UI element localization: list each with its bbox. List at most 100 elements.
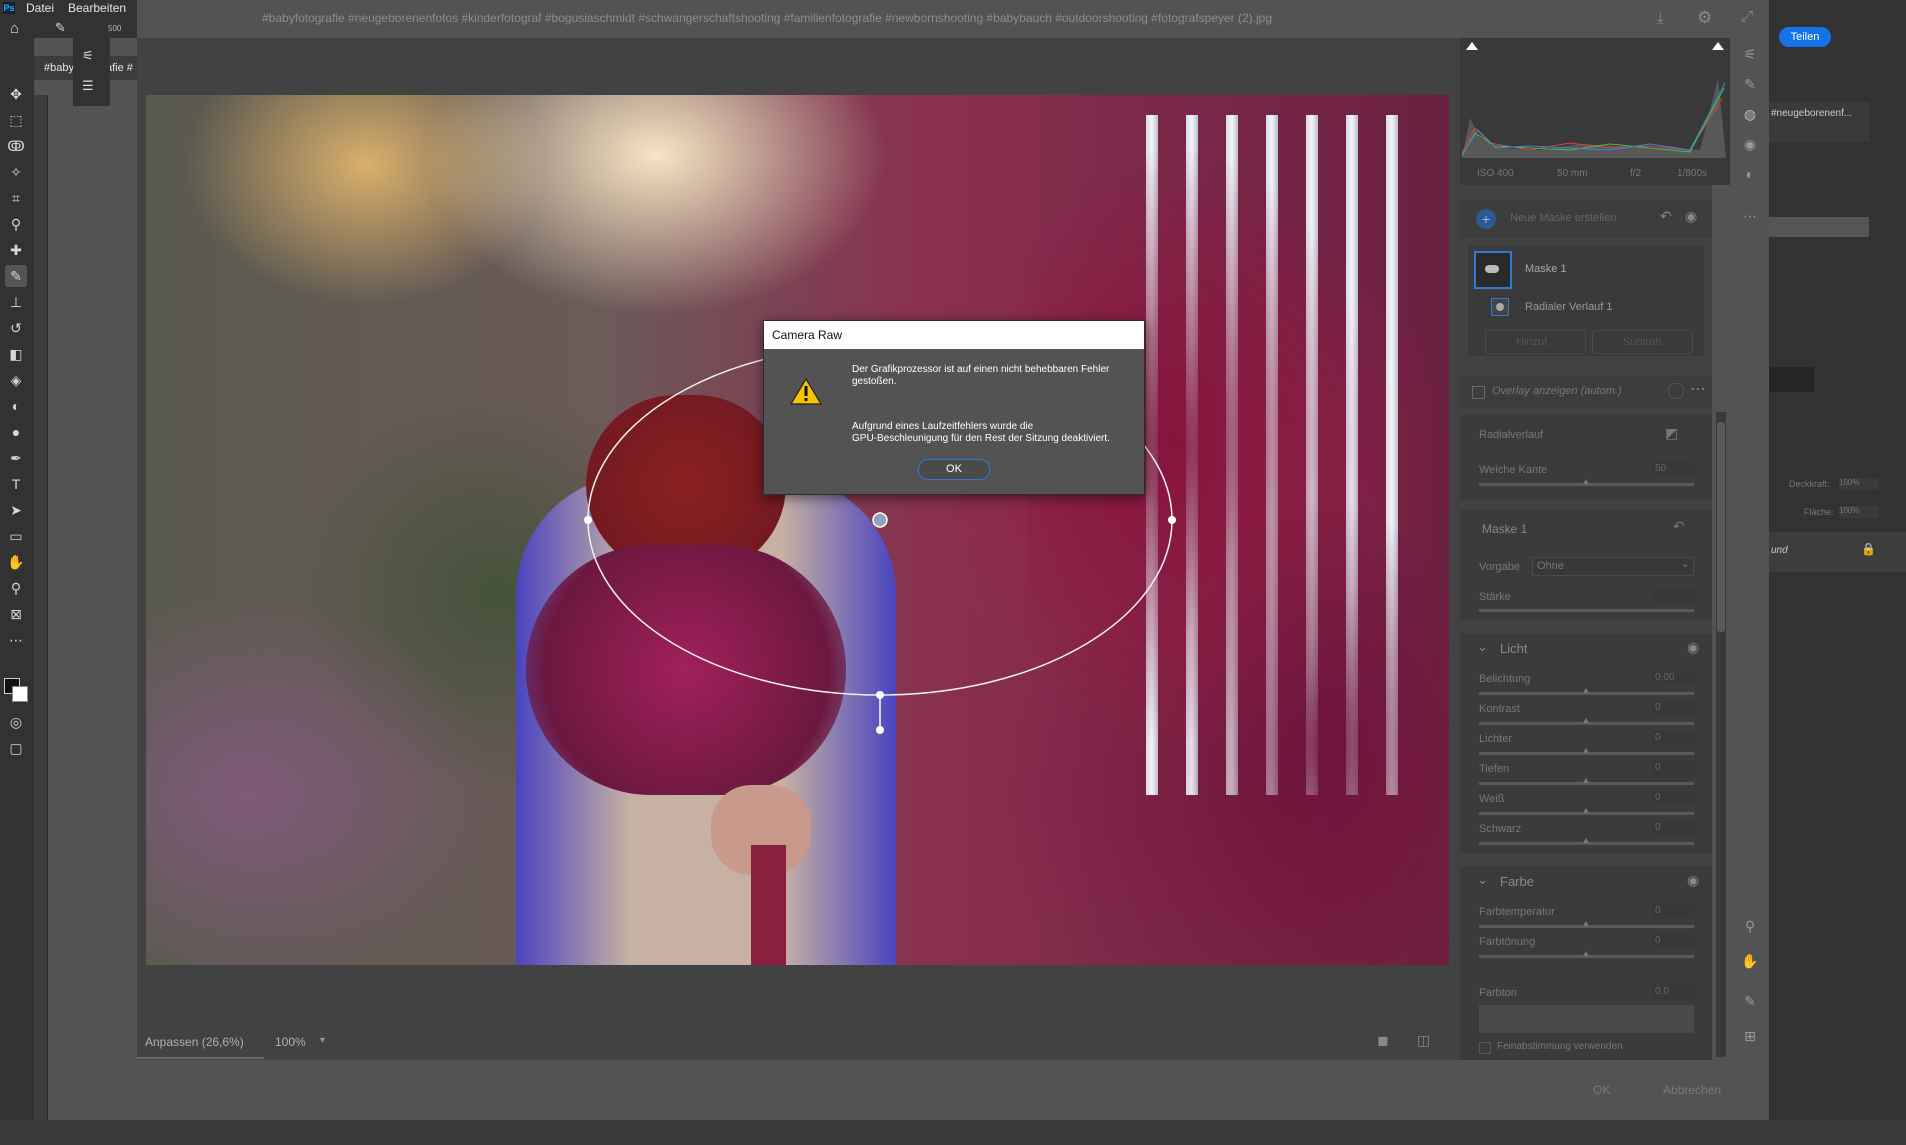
before-after-icon[interactable]: ◫	[1417, 1032, 1430, 1049]
contrast-knob[interactable]	[1583, 718, 1589, 723]
lock-icon[interactable]: 🔒	[1861, 542, 1876, 556]
mask-thumbnail[interactable]	[1474, 251, 1512, 289]
overlay-checkbox[interactable]	[1472, 386, 1485, 399]
tint-knob[interactable]	[1583, 951, 1589, 956]
highlight-clipping-icon[interactable]	[1712, 42, 1724, 50]
temperature-knob[interactable]	[1583, 921, 1589, 926]
menu-bearbeiten[interactable]: Bearbeiten	[68, 1, 126, 15]
home-icon[interactable]: ⌂	[10, 20, 19, 37]
save-icon[interactable]: ⤓	[1657, 10, 1664, 27]
zoom-dropdown-icon[interactable]: ▾	[320, 1035, 325, 1046]
pen-tool-icon[interactable]: ✒	[5, 447, 27, 469]
feather-slider-knob[interactable]	[1583, 479, 1589, 484]
layer-row-selected[interactable]	[1769, 217, 1869, 237]
brush-tool-icon[interactable]: ✎	[5, 265, 27, 287]
cancel-button[interactable]: Abbrechen	[1663, 1083, 1721, 1097]
quick-select-icon[interactable]: ✧	[5, 161, 27, 183]
history-brush-icon[interactable]: ↺	[5, 317, 27, 339]
more-icon[interactable]: ⋯	[1740, 208, 1760, 228]
healing-icon[interactable]: ✚	[5, 239, 27, 261]
feather-handle[interactable]	[876, 726, 884, 734]
brush-icon[interactable]: ✎	[55, 20, 66, 36]
type-tool-icon[interactable]: T	[5, 473, 27, 495]
sampler-icon[interactable]: ✎	[1740, 993, 1760, 1013]
tint-value[interactable]: 0	[1652, 934, 1695, 948]
ok-button[interactable]: OK	[1593, 1083, 1610, 1097]
heal-icon[interactable]: ✎	[1740, 76, 1760, 96]
fine-tune-checkbox[interactable]	[1479, 1042, 1491, 1054]
share-button[interactable]: Teilen	[1779, 27, 1831, 47]
exposure-knob[interactable]	[1583, 688, 1589, 693]
mask-component-name[interactable]: Radialer Verlauf 1	[1525, 301, 1612, 313]
brush-settings-icon[interactable]: ⚟	[82, 48, 94, 64]
whites-value[interactable]: 0	[1652, 791, 1695, 805]
amount-slider[interactable]	[1479, 609, 1694, 612]
ellipse-handle-right[interactable]	[1168, 516, 1176, 524]
move-tool-icon[interactable]: ✥	[5, 83, 27, 105]
layer-row[interactable]: #neugeborenenf...	[1769, 102, 1869, 142]
scrollbar-thumb[interactable]	[1717, 422, 1725, 632]
crop-tool-icon[interactable]: ⌗	[5, 187, 27, 209]
feather-value[interactable]: 50	[1652, 462, 1695, 476]
highlights-value[interactable]: 0	[1652, 731, 1695, 745]
blur-tool-icon[interactable]: ◐	[5, 395, 27, 417]
visibility-eye-icon[interactable]: ◉	[1685, 208, 1697, 225]
background-layer-row[interactable]: und 🔒	[1769, 532, 1906, 572]
blacks-knob[interactable]	[1583, 838, 1589, 843]
ellipse-center-pin[interactable]	[872, 512, 888, 528]
visibility-eye-icon[interactable]: ◉	[1687, 639, 1699, 656]
overlay-label[interactable]: Overlay anzeigen (autom.)	[1492, 385, 1622, 397]
mask-name[interactable]: Maske 1	[1525, 263, 1567, 275]
dodge-tool-icon[interactable]: ●	[5, 421, 27, 443]
fill-value[interactable]: 100%	[1839, 506, 1879, 518]
hue-bar[interactable]	[1479, 1005, 1694, 1033]
more-options-icon[interactable]: ⋯	[1690, 379, 1706, 399]
invert-mask-icon[interactable]: ◩	[1665, 425, 1678, 442]
edit-icon[interactable]: ⚟	[1740, 46, 1760, 66]
marquee-tool-icon[interactable]: ⬚	[5, 109, 27, 131]
fit-zoom-label[interactable]: Anpassen (26,6%)	[145, 1035, 244, 1049]
reset-mask-icon[interactable]: ↶	[1673, 518, 1685, 535]
ellipse-handle-left[interactable]	[584, 516, 592, 524]
adjust-icon[interactable]: ☰	[82, 78, 94, 94]
menu-datei[interactable]: Datei	[26, 1, 54, 15]
presets-icon[interactable]: ◐	[1740, 166, 1760, 186]
stamp-tool-icon[interactable]: ⊥	[5, 291, 27, 313]
background-color-swatch[interactable]	[12, 686, 28, 702]
frame-tool-icon[interactable]: ⊠	[5, 603, 27, 625]
eraser-icon[interactable]: ◧	[5, 343, 27, 365]
zoom-tool-icon[interactable]: ⚲	[5, 577, 27, 599]
subtract-button[interactable]: Subtrah.	[1592, 330, 1693, 354]
shadow-clipping-icon[interactable]	[1466, 42, 1478, 50]
contrast-value[interactable]: 0	[1652, 701, 1695, 715]
grid-icon[interactable]: ⊞	[1740, 1028, 1760, 1048]
rectangle-tool-icon[interactable]: ▭	[5, 525, 27, 547]
hand-icon[interactable]: ✋	[1740, 953, 1760, 973]
radial-component-icon[interactable]	[1491, 298, 1509, 316]
temperature-value[interactable]: 0	[1652, 904, 1695, 918]
screen-mode-icon[interactable]: ▢	[5, 737, 27, 759]
shadows-value[interactable]: 0	[1652, 761, 1695, 775]
overlay-color-swatch[interactable]	[1668, 383, 1684, 399]
radial-mask-overlay[interactable]	[146, 95, 1449, 965]
lasso-tool-icon[interactable]: ↂ	[5, 135, 27, 157]
opacity-value[interactable]: 100%	[1839, 478, 1879, 490]
fullscreen-icon[interactable]: ⤢	[1741, 8, 1753, 25]
hand-tool-icon[interactable]: ✋	[5, 551, 27, 573]
paint-bucket-icon[interactable]: ◈	[5, 369, 27, 391]
more-tools-icon[interactable]: ⋯	[5, 629, 27, 651]
light-section-header[interactable]: ⌄ Licht ◉	[1460, 633, 1712, 663]
amount-value[interactable]	[1652, 589, 1695, 603]
gear-icon[interactable]: ⚙	[1697, 8, 1712, 28]
whites-knob[interactable]	[1583, 808, 1589, 813]
shadows-knob[interactable]	[1583, 778, 1589, 783]
add-button[interactable]: Hinzuf.	[1485, 330, 1586, 354]
zoom-icon[interactable]: ⚲	[1740, 918, 1760, 938]
masking-icon[interactable]: ◍	[1740, 106, 1760, 126]
exposure-value[interactable]: 0,00	[1652, 671, 1695, 685]
highlights-knob[interactable]	[1583, 748, 1589, 753]
blacks-value[interactable]: 0	[1652, 821, 1695, 835]
eyedropper-icon[interactable]: ⚲	[5, 213, 27, 235]
path-select-icon[interactable]: ➤	[5, 499, 27, 521]
new-mask-label[interactable]: Neue Maske erstellen	[1510, 212, 1616, 224]
